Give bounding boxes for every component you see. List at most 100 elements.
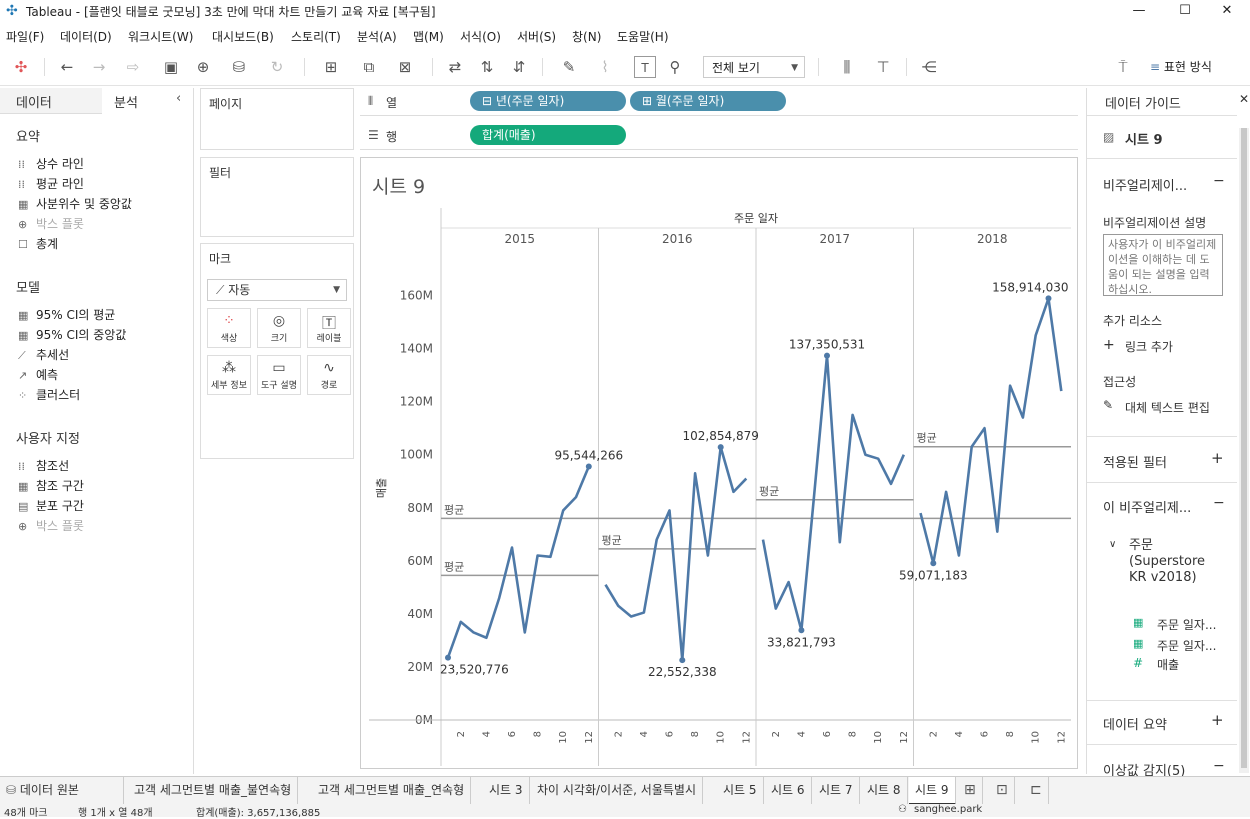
share-icon[interactable]: ⋲ (918, 56, 940, 78)
totals-item[interactable]: ☐ 총계 (18, 235, 58, 252)
collapse-minus-icon[interactable]: − (1213, 173, 1225, 189)
maximize-button[interactable]: ☐ (1162, 0, 1208, 22)
tab-sheet[interactable]: 시트 3 (483, 777, 530, 805)
scrollbar[interactable] (1239, 128, 1249, 773)
viz-desc-textarea[interactable]: 사용자가 이 비주얼리제이션을 이해하는 데 도움이 되는 설명을 입력하십시오… (1103, 234, 1223, 296)
tab-sheet-active[interactable]: 시트 9 (909, 777, 956, 805)
tab-sheet[interactable]: 시트 6 (765, 777, 812, 805)
distribution-band-item[interactable]: ▤ 분포 구간 (18, 497, 84, 514)
forecast-item[interactable]: ↗ 예측 (18, 366, 58, 383)
show-labels-icon[interactable]: T (634, 56, 656, 78)
pill-year-order-date[interactable]: ⊟ 년(주문 일자) (470, 91, 626, 111)
expand-plus-icon[interactable]: + (1211, 449, 1224, 467)
minimize-button[interactable]: — (1116, 0, 1162, 22)
replay-icon[interactable]: ⇨ (118, 56, 148, 78)
field-order-date-2[interactable]: 주문 일자... (1157, 637, 1216, 654)
menu-map[interactable]: 맵(M) (413, 28, 444, 45)
menu-help[interactable]: 도움말(H) (617, 28, 669, 45)
menu-analysis[interactable]: 분석(A) (357, 28, 397, 45)
menu-story[interactable]: 스토리(T) (291, 28, 341, 45)
fix-axes-icon[interactable]: ⚲ (664, 56, 686, 78)
menu-format[interactable]: 서식(O) (460, 28, 501, 45)
tab-sheet[interactable]: 시트 5 (717, 777, 764, 805)
menu-dashboard[interactable]: 대시보드(B) (212, 28, 274, 45)
tab-sheet[interactable]: 차이 시각화/이서준, 서울특별시 (531, 777, 704, 805)
pill-month-order-date[interactable]: ⊞ 월(주문 일자) (630, 91, 786, 111)
menu-data[interactable]: 데이터(D) (60, 28, 112, 45)
save-icon[interactable]: ▣ (160, 56, 182, 78)
close-icon[interactable]: ✕ (1239, 92, 1249, 106)
tab-sheet[interactable]: 시트 7 (813, 777, 860, 805)
close-button[interactable]: ✕ (1204, 0, 1250, 22)
swap-icon[interactable]: ⇄ (444, 56, 466, 78)
tooltip-button[interactable]: ▭ 도구 설명 (257, 355, 301, 395)
scrollbar-thumb[interactable] (1241, 128, 1247, 768)
ci-median-item[interactable]: ▦ 95% CI의 중앙값 (18, 326, 126, 343)
data-guide-toggle-icon[interactable]: ⍑ (1112, 56, 1134, 78)
line-chart[interactable]: 주문 일자2015 2016 2017 2018매출0M20M40M60M80M100… (361, 208, 1077, 768)
new-datasource-icon[interactable]: ⊕ (192, 56, 214, 78)
label-button[interactable]: 🅃 레이블 (307, 308, 351, 348)
applied-filters-title[interactable]: 적용된 필터 (1103, 452, 1167, 471)
new-sheet-icon[interactable]: ⊞ (316, 56, 346, 78)
reference-line-item[interactable]: ⁞⁞ 참조선 (18, 457, 69, 474)
clear-sheet-icon[interactable]: ⊠ (390, 56, 420, 78)
menu-worksheet[interactable]: 워크시트(W) (128, 28, 193, 45)
pill-sum-sales[interactable]: 합계(매출) (470, 125, 626, 145)
rows-shelf[interactable]: ☰ 행 (360, 122, 1078, 150)
highlight-icon[interactable]: ✎ (554, 56, 584, 78)
undo-icon[interactable]: ← (56, 56, 78, 78)
edit-alt-text-button[interactable]: 대체 텍스트 편집 (1125, 399, 1210, 416)
trend-line-item[interactable]: ⟋ 추세선 (18, 346, 69, 363)
pages-card[interactable]: 페이지 (200, 88, 354, 150)
tab-sheet[interactable]: 고객 세그먼트별 매출_불연속형 (128, 777, 299, 805)
menu-file[interactable]: 파일(F) (6, 28, 44, 45)
cluster-item[interactable]: ⁘ 클러스터 (18, 386, 80, 403)
viz-section-title[interactable]: 비주얼리제이... (1103, 175, 1187, 194)
average-line-item[interactable]: ⁞⁞ 평균 라인 (18, 175, 84, 192)
refresh-icon[interactable]: ↻ (262, 56, 292, 78)
constant-line-item[interactable]: ⁞⁞ 상수 라인 (18, 155, 84, 172)
group-icon[interactable]: ⌇ (594, 56, 616, 78)
mark-type-select[interactable]: ⟋ 자동 ▼ (207, 279, 347, 301)
collapse-minus-icon[interactable]: − (1213, 758, 1225, 774)
new-dashboard-icon[interactable]: ⊡ (990, 777, 1015, 805)
add-link-button[interactable]: 링크 추가 (1125, 338, 1173, 355)
path-button[interactable]: ∿ 경로 (307, 355, 351, 395)
fit-select[interactable]: 전체 보기 ▼ (703, 56, 805, 78)
tableau-icon[interactable]: ✣ (10, 56, 32, 78)
sort-desc-icon[interactable]: ⇵ (508, 56, 530, 78)
field-sales[interactable]: 매출 (1157, 656, 1179, 673)
show-card-icon[interactable]: ⫼ (830, 56, 864, 78)
field-order-date-1[interactable]: 주문 일자... (1157, 616, 1216, 633)
duplicate-sheet-icon[interactable]: ⧉ (358, 56, 380, 78)
show-me-button[interactable]: ≡ 표현 방식 (1150, 56, 1232, 78)
tab-datasource[interactable]: ⛁ 데이터 원본 (0, 777, 124, 805)
size-button[interactable]: ◎ 크기 (257, 308, 301, 348)
menu-server[interactable]: 서버(S) (517, 28, 556, 45)
detail-button[interactable]: ⁂ 세부 정보 (207, 355, 251, 395)
collapse-minus-icon[interactable]: − (1213, 495, 1225, 511)
data-summary-title[interactable]: 데이터 요약 (1103, 714, 1167, 733)
sort-asc-icon[interactable]: ⇅ (476, 56, 498, 78)
presentation-icon[interactable]: ⊤ (872, 56, 894, 78)
collapse-icon[interactable]: ‹ (176, 91, 181, 106)
tab-data[interactable]: 데이터 (0, 88, 102, 114)
new-story-icon[interactable]: ⊏ (1024, 777, 1049, 805)
color-button[interactable]: ⁘ 색상 (207, 308, 251, 348)
chevron-down-icon[interactable]: ∨ (1109, 539, 1116, 550)
sheet-title[interactable]: 시트 9 (372, 172, 425, 199)
reference-band-item[interactable]: ▦ 참조 구간 (18, 477, 84, 494)
tab-analytics[interactable]: 분석 ‹ (102, 88, 194, 114)
menu-window[interactable]: 창(N) (572, 28, 601, 45)
status-user[interactable]: sanghee.park (914, 804, 982, 815)
quartile-item[interactable]: ▦ 사분위수 및 중앙값 (18, 195, 132, 212)
ci-mean-item[interactable]: ▦ 95% CI의 평균 (18, 306, 115, 323)
filters-card[interactable]: 필터 (200, 157, 354, 237)
new-worksheet-icon[interactable]: ⊞ (958, 777, 983, 805)
tab-sheet[interactable]: 고객 세그먼트별 매출_연속형 (312, 777, 472, 805)
pause-update-icon[interactable]: ⛁ (224, 56, 254, 78)
redo-icon[interactable]: → (88, 56, 110, 78)
this-viz-title[interactable]: 이 비주얼리제... (1103, 497, 1191, 516)
expand-plus-icon[interactable]: + (1211, 711, 1224, 729)
